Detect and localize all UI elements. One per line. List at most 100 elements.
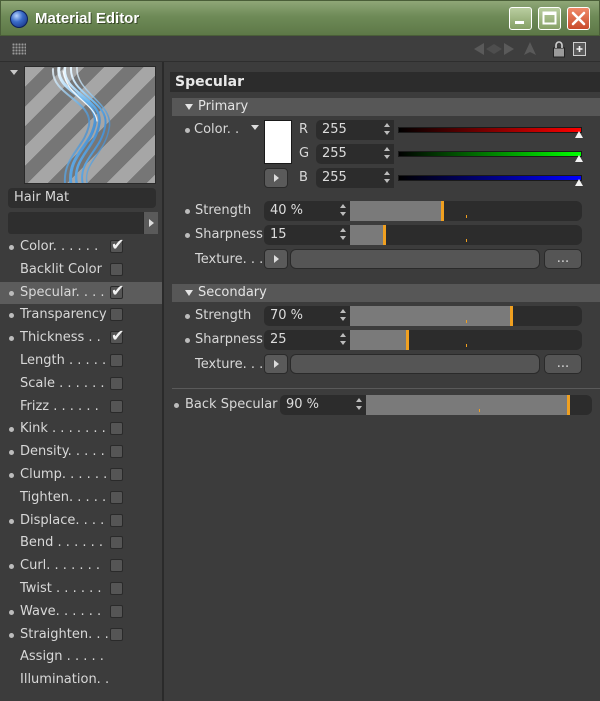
r-gradient-slider[interactable] — [398, 127, 582, 133]
g-value-field[interactable]: 255 — [316, 144, 394, 164]
nav-arrows-icon[interactable] — [472, 40, 516, 58]
channel-checkbox[interactable] — [110, 376, 123, 390]
channel-item[interactable]: Density. . . . . — [0, 441, 162, 464]
channel-checkbox[interactable] — [110, 262, 123, 276]
channel-checkbox[interactable]: ✔ — [110, 328, 124, 345]
channel-item[interactable]: Length . . . . . — [0, 350, 162, 373]
secondary-strength-field[interactable]: 70 % — [264, 306, 350, 326]
sharpness-bullet — [185, 233, 190, 238]
channel-item[interactable]: Thickness . . ✔ — [0, 327, 162, 350]
g-slider-handle[interactable] — [575, 155, 583, 162]
secondary-group-header[interactable]: Secondary — [172, 284, 600, 302]
channel-item[interactable]: Curl. . . . . . . — [0, 555, 162, 578]
spinner-icon[interactable] — [340, 228, 346, 242]
secondary-sharpness-field[interactable]: 25 — [264, 330, 350, 350]
r-value-field[interactable]: 255 — [316, 120, 394, 140]
spinner-icon[interactable] — [384, 171, 390, 185]
primary-group-header[interactable]: Primary — [172, 98, 600, 116]
channel-item[interactable]: Specular. . . . ✔ — [0, 281, 162, 305]
primary-texture-field[interactable] — [290, 249, 540, 269]
channel-bullet — [9, 472, 14, 478]
slider-handle[interactable] — [441, 201, 444, 221]
back-specular-slider[interactable] — [366, 395, 592, 415]
channel-item[interactable]: Color. . . . . . ✔ — [0, 236, 162, 259]
secondary-sharpness-slider[interactable] — [350, 330, 582, 350]
channel-item[interactable]: Twist . . . . . . — [0, 578, 162, 601]
lock-icon[interactable] — [552, 40, 566, 58]
channel-checkbox[interactable] — [110, 513, 123, 527]
channel-checkbox[interactable] — [110, 445, 123, 459]
spinner-icon[interactable] — [340, 309, 346, 323]
channel-item[interactable]: Clump. . . . . . — [0, 464, 162, 487]
channel-checkbox[interactable] — [110, 467, 123, 481]
channel-checkbox[interactable] — [110, 536, 123, 550]
preview-menu-arrow-icon[interactable] — [10, 70, 18, 75]
channel-checkbox[interactable] — [110, 604, 123, 618]
close-button[interactable] — [567, 7, 590, 30]
secondary-texture-field[interactable] — [290, 354, 540, 374]
channel-checkbox[interactable] — [110, 308, 123, 322]
primary-strength-field[interactable]: 40 % — [264, 201, 350, 221]
spinner-icon[interactable] — [384, 147, 390, 161]
color-menu-arrow-icon[interactable] — [251, 125, 259, 130]
channel-item[interactable]: Backlit Color — [0, 259, 162, 282]
channel-item[interactable]: Kink . . . . . . . — [0, 418, 162, 441]
minimize-button[interactable] — [509, 7, 532, 30]
material-name-field[interactable]: Hair Mat — [8, 188, 156, 208]
channel-checkbox[interactable] — [110, 581, 123, 595]
maximize-button[interactable] — [538, 7, 561, 30]
channel-item[interactable]: Displace. . . . — [0, 510, 162, 533]
g-gradient-slider[interactable] — [398, 151, 582, 157]
channel-item[interactable]: Scale . . . . . . — [0, 373, 162, 396]
slider-handle[interactable] — [510, 306, 513, 326]
spinner-icon[interactable] — [340, 204, 346, 218]
spinner-icon[interactable] — [384, 123, 390, 137]
channel-checkbox[interactable] — [110, 353, 123, 367]
channel-checkbox[interactable] — [110, 399, 123, 413]
channel-label: Curl. . . . . . . — [20, 558, 100, 574]
channel-item[interactable]: Straighten. . . — [0, 624, 162, 647]
b-slider-handle[interactable] — [575, 179, 583, 186]
slider-handle[interactable] — [406, 330, 409, 350]
combo-arrow-icon[interactable] — [143, 212, 158, 234]
channel-item[interactable]: Illumination. . — [0, 669, 162, 692]
new-window-icon[interactable] — [572, 40, 588, 58]
material-preview[interactable] — [24, 66, 156, 184]
slider-handle[interactable] — [383, 225, 386, 245]
channel-item[interactable]: Wave. . . . . . — [0, 601, 162, 624]
pointer-icon[interactable] — [522, 40, 538, 58]
primary-texture-browse-button[interactable]: ... — [544, 249, 582, 269]
secondary-strength-slider[interactable] — [350, 306, 582, 326]
b-gradient-slider[interactable] — [398, 175, 582, 181]
g-value: 255 — [322, 146, 347, 161]
channel-checkbox[interactable]: ✔ — [110, 282, 124, 299]
grip-icon[interactable] — [12, 43, 26, 55]
b-value-field[interactable]: 255 — [316, 168, 394, 188]
channel-checkbox[interactable] — [110, 627, 123, 641]
material-combo[interactable] — [8, 212, 158, 234]
primary-strength-slider[interactable] — [350, 201, 582, 221]
channel-item[interactable]: Transparency — [0, 304, 162, 327]
channel-label: Transparency — [20, 307, 107, 323]
secondary-texture-button[interactable] — [264, 354, 288, 374]
primary-sharpness-slider[interactable] — [350, 225, 582, 245]
r-slider-handle[interactable] — [575, 131, 583, 138]
back-specular-field[interactable]: 90 % — [280, 395, 366, 415]
slider-handle[interactable] — [567, 395, 570, 415]
channel-item[interactable]: Frizz . . . . . . — [0, 396, 162, 419]
primary-sharpness-field[interactable]: 15 — [264, 225, 350, 245]
color-swatch[interactable] — [264, 120, 292, 164]
channel-checkbox[interactable] — [110, 559, 123, 573]
color-expand-button[interactable] — [264, 168, 288, 188]
channel-checkbox[interactable] — [110, 422, 123, 436]
spinner-icon[interactable] — [340, 333, 346, 347]
channel-item[interactable]: Assign . . . . . — [0, 646, 162, 669]
secondary-texture-browse-button[interactable]: ... — [544, 354, 582, 374]
title-bar[interactable]: Material Editor — [0, 0, 600, 36]
channel-item[interactable]: Bend . . . . . . — [0, 532, 162, 555]
channel-item[interactable]: Tighten. . . . . — [0, 487, 162, 510]
channel-checkbox[interactable] — [110, 490, 123, 504]
primary-texture-button[interactable] — [264, 249, 288, 269]
channel-checkbox[interactable]: ✔ — [110, 237, 124, 253]
spinner-icon[interactable] — [356, 398, 362, 412]
